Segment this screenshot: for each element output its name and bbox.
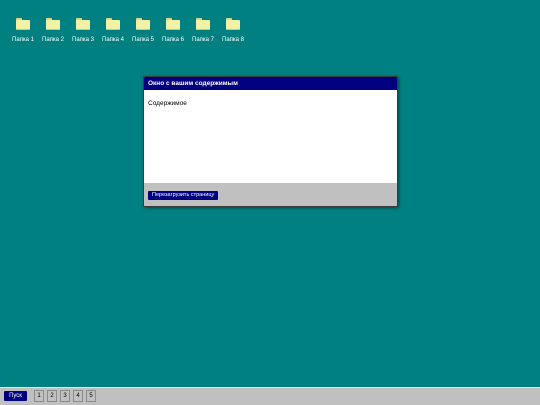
taskbar-buttons: 1 2 3 4 5 [34, 390, 99, 402]
taskbar: Пуск 1 2 3 4 5 [0, 387, 540, 405]
desktop-icon-label: Папка 2 [42, 37, 64, 43]
taskbar-button-2[interactable]: 2 [47, 390, 57, 402]
desktop-icons: Папка 1 Папка 2 Папка 3 Папка 4 Папка 5 … [8, 16, 248, 44]
desktop-icon-folder-1[interactable]: Папка 1 [8, 16, 38, 44]
reload-page-button[interactable]: Перезагрузить страницу [148, 191, 219, 200]
desktop: Папка 1 Папка 2 Папка 3 Папка 4 Папка 5 … [0, 0, 540, 387]
folder-icon [106, 18, 120, 30]
content-window: Окно с вашим содержимым Содержимое Перез… [143, 76, 398, 207]
desktop-icon-folder-5[interactable]: Папка 5 [128, 16, 158, 44]
folder-icon [166, 18, 180, 30]
folder-icon [46, 18, 60, 30]
desktop-icon-label: Папка 1 [12, 37, 34, 43]
desktop-icon-label: Папка 6 [162, 37, 184, 43]
desktop-icon-label: Папка 8 [222, 37, 244, 43]
window-title: Окно с вашим содержимым [148, 80, 238, 87]
folder-icon [136, 18, 150, 30]
desktop-icon-folder-6[interactable]: Папка 6 [158, 16, 188, 44]
taskbar-button-4[interactable]: 4 [73, 390, 83, 402]
taskbar-button-5[interactable]: 5 [86, 390, 96, 402]
folder-icon [76, 18, 90, 30]
folder-icon [196, 18, 210, 30]
desktop-icon-label: Папка 7 [192, 37, 214, 43]
desktop-icon-folder-2[interactable]: Папка 2 [38, 16, 68, 44]
desktop-icon-label: Папка 5 [132, 37, 154, 43]
desktop-icon-folder-4[interactable]: Папка 4 [98, 16, 128, 44]
window-content: Содержимое [144, 90, 397, 183]
window-footer: Перезагрузить страницу [144, 183, 397, 206]
desktop-icon-label: Папка 4 [102, 37, 124, 43]
desktop-icon-folder-7[interactable]: Папка 7 [188, 16, 218, 44]
desktop-icon-folder-3[interactable]: Папка 3 [68, 16, 98, 44]
content-text: Содержимое [148, 100, 187, 107]
taskbar-button-1[interactable]: 1 [34, 390, 44, 402]
start-button[interactable]: Пуск [4, 391, 27, 401]
taskbar-button-3[interactable]: 3 [60, 390, 70, 402]
folder-icon [16, 18, 30, 30]
window-titlebar[interactable]: Окно с вашим содержимым [144, 77, 397, 90]
desktop-icon-folder-8[interactable]: Папка 8 [218, 16, 248, 44]
folder-icon [226, 18, 240, 30]
desktop-icon-label: Папка 3 [72, 37, 94, 43]
